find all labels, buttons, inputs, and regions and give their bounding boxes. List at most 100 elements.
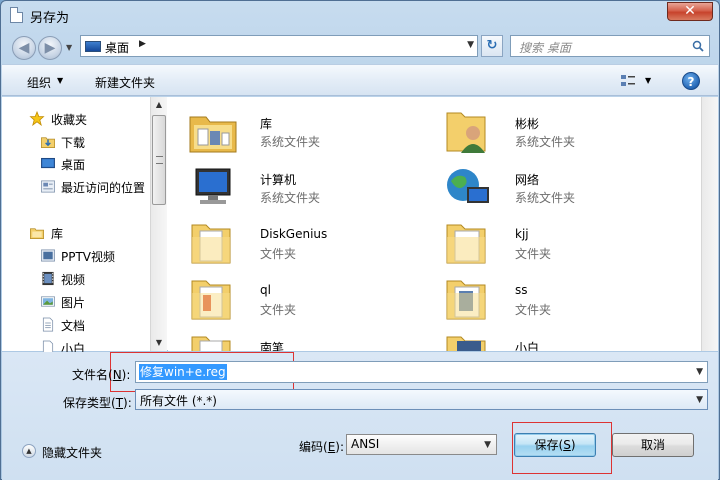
label-text: ): [123,396,132,410]
file-name: 小白 [515,341,540,351]
file-item-user[interactable]: 彬彬 系统文件夹 [443,107,683,163]
forward-button[interactable]: ▶ [38,36,62,60]
nav-pane-scrollbar[interactable]: ▲ ▼ [150,97,167,351]
file-type: 文件夹 [260,303,297,317]
file-name: kjj [515,227,529,241]
computer-icon [195,168,231,204]
back-button[interactable]: ◀ [12,36,36,60]
browser-area: 收藏夹 下载 桌面 最近访问的位置 库 PPTV视频 视频 图片 文档 小白 ▲… [2,97,718,356]
nav-pptv-video[interactable]: PPTV视频 [2,246,150,266]
nav-videos[interactable]: 视频 [2,269,150,289]
savetype-value: 所有文件 (*.*) [140,394,217,408]
view-dropdown-button[interactable]: ▼ [645,76,651,85]
file-name: 库 [260,117,273,131]
picture-icon [41,296,55,307]
window-title: 另存为 [30,11,70,26]
navigation-pane: 收藏夹 下载 桌面 最近访问的位置 库 PPTV视频 视频 图片 文档 小白 ▲… [2,97,167,356]
folder-icon [191,280,231,320]
file-list-scrollbar[interactable] [701,97,718,351]
nav-item-label: 收藏夹 [51,113,88,127]
file-item-xiaobai[interactable]: 小白 [443,331,683,351]
filename-value[interactable]: 修复win+e.reg [139,364,227,380]
nav-documents[interactable]: 文档 [2,315,150,335]
address-bar[interactable]: 桌面 ▶ ▼ [80,35,478,57]
nav-libraries[interactable]: 库 [2,223,150,243]
nav-item-label: PPTV视频 [61,250,116,264]
chevron-up-icon[interactable]: ▲ [22,444,36,458]
file-item-network[interactable]: 网络 系统文件夹 [443,163,683,219]
nav-desktop[interactable]: 桌面 [2,154,150,174]
search-input[interactable]: 搜索 桌面 [510,35,710,57]
file-item-libraries[interactable]: 库 系统文件夹 [188,107,428,163]
filename-dropdown-button[interactable]: ▼ [696,367,703,377]
recent-places-icon [41,180,55,193]
cancel-button[interactable]: 取消 [612,433,694,457]
organize-button[interactable]: 组织 [27,74,51,91]
file-name: 彬彬 [515,117,540,131]
new-folder-button[interactable]: 新建文件夹 [95,74,155,91]
file-item-ss[interactable]: ss 文件夹 [443,275,683,331]
address-dropdown-button[interactable]: ▼ [467,40,474,50]
scroll-thumb[interactable] [152,115,166,205]
savetype-label: 保存类型(T): [63,394,132,411]
library-icon [30,228,44,239]
nav-downloads[interactable]: 下载 [2,132,150,152]
file-name: ss [515,283,528,297]
chevron-down-icon[interactable]: ▼ [484,440,491,450]
recent-pages-dropdown[interactable]: ▼ [66,43,74,52]
file-name: 网络 [515,173,540,187]
filename-label: 文件名(N): [72,366,130,383]
hide-folders-button[interactable]: 隐藏文件夹 [42,444,102,461]
savetype-select[interactable]: 所有文件 (*.*) ▼ [135,389,708,410]
file-name: ql [260,283,271,297]
title-bar[interactable]: 另存为 ✕ [1,1,719,31]
chevron-down-icon[interactable]: ▼ [57,76,63,85]
save-as-dialog: 另存为 ✕ ◀ ▶ ▼ 桌面 ▶ ▼ ↻ 搜索 桌面 组织 ▼ 新建文件夹 ▼ … [0,0,720,480]
network-icon [447,169,489,203]
file-item-kjj[interactable]: kjj 文件夹 [443,219,683,275]
refresh-button[interactable]: ↻ [481,35,503,57]
nav-recent-places[interactable]: 最近访问的位置 [2,177,150,197]
label-text: 文件名( [72,368,113,382]
file-name: 南笔 [260,341,285,351]
save-form: 文件名(N): 修复win+e.reg ▼ 保存类型(T): 所有文件 (*.*… [2,352,718,480]
label-text: ): [121,368,131,382]
star-icon [29,111,45,126]
file-type: 文件夹 [515,247,552,261]
view-options-icon[interactable] [620,74,636,88]
address-location[interactable]: 桌面 [105,39,129,56]
nav-item-label: 视频 [61,273,86,287]
filename-input[interactable]: 修复win+e.reg ▼ [135,361,708,383]
encoding-value: ANSI [351,437,380,451]
folder-icon [191,336,231,351]
hotkey-letter: T [115,396,124,410]
chevron-down-icon[interactable]: ▼ [696,395,703,405]
file-name: 计算机 [260,173,297,187]
file-type: 文件夹 [515,303,552,317]
file-list: 库 系统文件夹 彬彬 系统文件夹 计算机 系统文件夹 网络 系统文件夹 Disk… [168,97,701,351]
encoding-label: 编码(E): [299,438,344,455]
file-type: 系统文件夹 [515,191,576,205]
file-item-ql[interactable]: ql 文件夹 [188,275,428,331]
file-type: 文件夹 [260,247,297,261]
file-type: 系统文件夹 [260,191,321,205]
close-button[interactable]: ✕ [667,2,713,21]
nav-item-label: 图片 [61,296,86,310]
library-folder-icon [189,116,237,153]
file-item-nanbi[interactable]: 南笔 [188,331,428,351]
save-button[interactable]: 保存(S) [514,433,596,457]
help-button[interactable]: ? [682,72,700,90]
encoding-select[interactable]: ANSI ▼ [346,434,497,455]
scroll-up-button[interactable]: ▲ [151,97,167,113]
nav-favorites[interactable]: 收藏夹 [2,109,150,129]
video-library-icon [41,249,55,262]
scroll-down-button[interactable]: ▼ [151,335,167,351]
nav-pictures[interactable]: 图片 [2,292,150,312]
file-item-diskgenius[interactable]: DiskGenius 文件夹 [188,219,428,275]
chevron-right-icon[interactable]: ▶ [139,39,146,49]
search-icon[interactable] [692,40,704,52]
file-item-computer[interactable]: 计算机 系统文件夹 [188,163,428,219]
folder-icon [446,224,486,264]
file-type: 系统文件夹 [260,135,321,149]
command-bar: 组织 ▼ 新建文件夹 ▼ ? [2,64,718,96]
